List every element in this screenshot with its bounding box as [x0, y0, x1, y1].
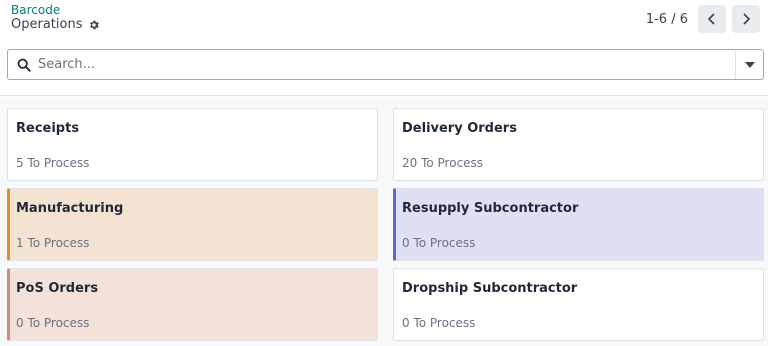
card-count-link[interactable]: 5 To Process: [16, 156, 89, 170]
pager: 1-6 / 6: [646, 5, 760, 33]
card-count-link[interactable]: 20 To Process: [402, 156, 483, 170]
card-dropship-subcontractor[interactable]: Dropship Subcontractor 0 To Process: [393, 268, 764, 341]
chevron-right-icon: [743, 13, 751, 25]
pager-next-button[interactable]: [732, 5, 760, 33]
breadcrumb: Operations: [11, 17, 100, 32]
card-title: Delivery Orders: [402, 121, 517, 136]
search-icon: [10, 50, 38, 79]
control-panel: Barcode Operations 1-6 / 6: [0, 0, 768, 96]
pager-value[interactable]: 1-6 / 6: [646, 12, 688, 27]
card-count-link[interactable]: 0 To Process: [402, 236, 475, 250]
card-manufacturing[interactable]: Manufacturing 1 To Process: [7, 188, 378, 261]
kanban-view: Receipts 5 To Process Delivery Orders 20…: [0, 97, 768, 346]
card-title: Manufacturing: [16, 201, 124, 216]
search-input[interactable]: [38, 50, 735, 79]
caret-down-icon: [744, 61, 755, 68]
card-title: Resupply Subcontractor: [402, 201, 579, 216]
card-title: Dropship Subcontractor: [402, 281, 578, 296]
card-receipts[interactable]: Receipts 5 To Process: [7, 108, 378, 181]
chevron-left-icon: [707, 13, 715, 25]
page-title: Operations: [11, 17, 83, 32]
gear-icon[interactable]: [88, 19, 100, 31]
card-title: PoS Orders: [16, 281, 99, 296]
card-delivery-orders[interactable]: Delivery Orders 20 To Process: [393, 108, 764, 181]
card-count-link[interactable]: 0 To Process: [16, 316, 89, 330]
search-options-toggle[interactable]: [735, 50, 763, 79]
card-count-link[interactable]: 0 To Process: [402, 316, 475, 330]
search-bar: [7, 49, 764, 80]
card-resupply-subcontractor[interactable]: Resupply Subcontractor 0 To Process: [393, 188, 764, 261]
breadcrumb-barcode-link[interactable]: Barcode: [11, 3, 60, 17]
card-count-link[interactable]: 1 To Process: [16, 236, 89, 250]
card-title: Receipts: [16, 121, 80, 136]
card-pos-orders[interactable]: PoS Orders 0 To Process: [7, 268, 378, 341]
pager-previous-button[interactable]: [698, 5, 726, 33]
